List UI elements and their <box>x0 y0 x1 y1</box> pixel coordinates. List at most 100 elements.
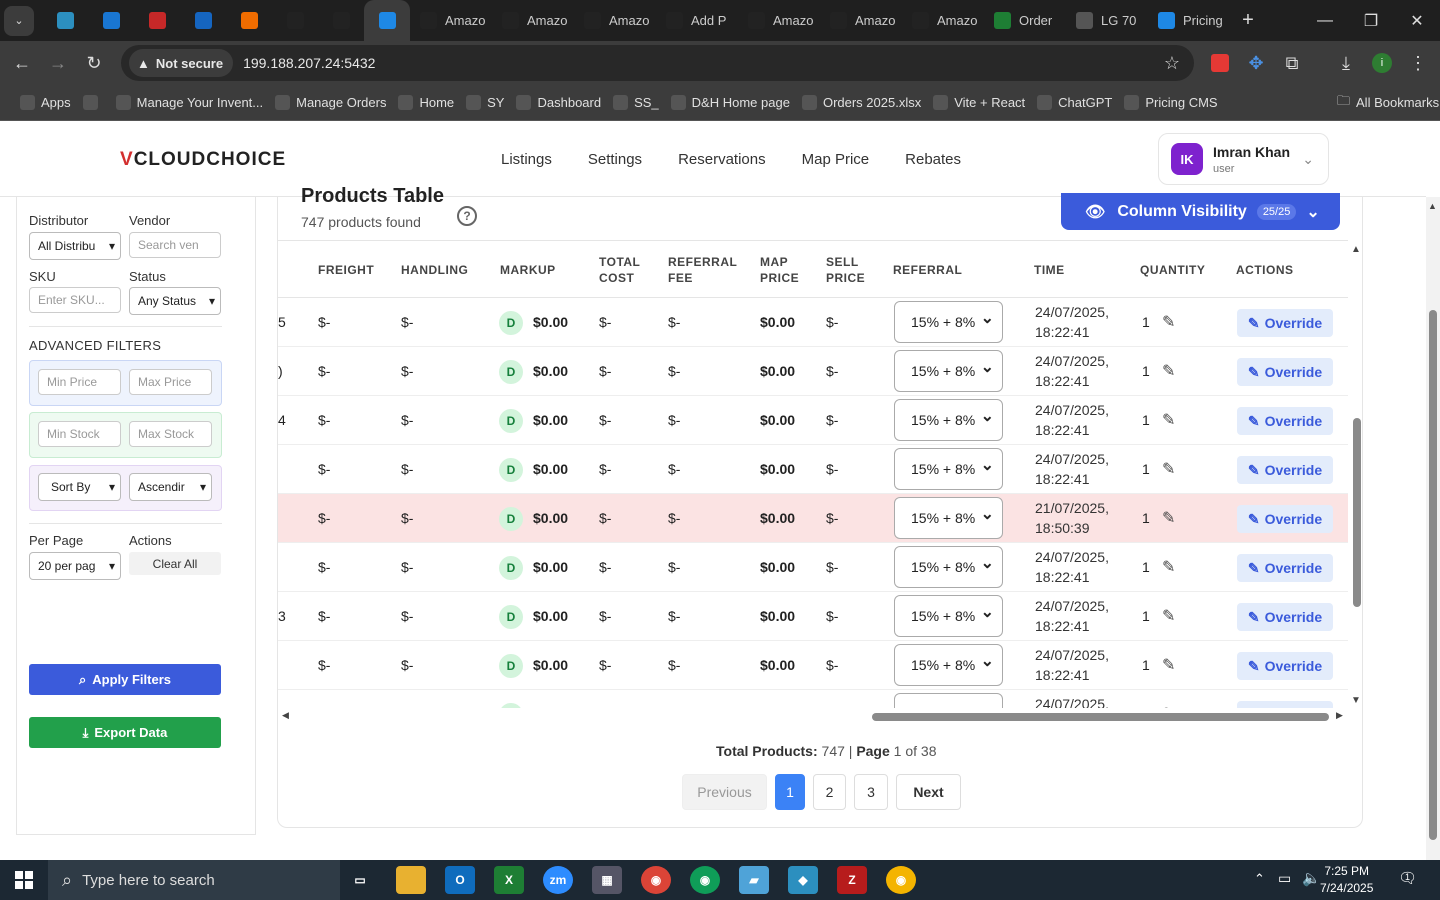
edit-quantity-icon[interactable]: ✎ <box>1162 459 1175 479</box>
page-1-button[interactable]: 1 <box>775 774 805 810</box>
nav-reservations[interactable]: Reservations <box>678 151 766 168</box>
downloads-button[interactable]: ⤓ <box>1328 45 1364 81</box>
address-bar[interactable]: ▲ Not secure 199.188.207.24:5432 ☆ <box>121 45 1194 81</box>
min-price-input[interactable]: Min Price <box>38 369 121 395</box>
browser-tab[interactable]: LG 70 <box>1066 0 1148 41</box>
browser-tab[interactable]: Pricing <box>1148 0 1230 41</box>
start-button[interactable] <box>0 860 48 900</box>
column-visibility-button[interactable]: 👁 Column Visibility 25/25 ⌄ <box>1061 193 1340 230</box>
max-price-input[interactable]: Max Price <box>129 369 212 395</box>
taskbar-clock[interactable]: 7:25 PM 7/24/2025 <box>1320 863 1373 897</box>
edit-quantity-icon[interactable]: ✎ <box>1162 312 1175 332</box>
page-vertical-scroll-thumb[interactable] <box>1429 310 1437 840</box>
user-menu[interactable]: IK Imran Khan user ⌄ <box>1158 133 1329 185</box>
browser-tab[interactable]: Amazo <box>738 0 820 41</box>
diamond-app-icon[interactable]: ◆ <box>788 866 818 894</box>
volume-icon[interactable]: 🔈 <box>1302 869 1321 887</box>
bookmark-item[interactable]: Apps <box>20 95 71 110</box>
bookmark-item[interactable]: ChatGPT <box>1037 95 1112 110</box>
taskbar-search[interactable]: ⌕ Type here to search <box>48 860 340 900</box>
calculator-icon[interactable]: ▦ <box>592 866 622 894</box>
back-button[interactable]: ← <box>4 45 40 81</box>
minimize-button[interactable]: — <box>1302 0 1348 41</box>
bookmark-item[interactable]: Manage Orders <box>275 95 386 110</box>
override-button[interactable]: ✎Override <box>1237 309 1333 337</box>
override-button[interactable]: ✎Override <box>1237 407 1333 435</box>
sort-by-select[interactable]: Sort By <box>38 473 121 501</box>
security-chip[interactable]: ▲ Not secure <box>129 49 234 77</box>
chevron-up-icon[interactable]: ⌃ <box>1254 871 1265 887</box>
reload-button[interactable]: ↻ <box>76 45 112 81</box>
override-button[interactable]: ✎Override <box>1237 358 1333 386</box>
col-freight[interactable]: FREIGHT <box>318 262 374 278</box>
referral-select[interactable]: 15% + 8% <box>894 301 1003 343</box>
url-text[interactable]: 199.188.207.24:5432 <box>243 55 375 71</box>
chrome-alt-icon[interactable]: ◉ <box>886 866 916 894</box>
nav-listings[interactable]: Listings <box>501 151 552 168</box>
browser-tab[interactable]: Amazo <box>820 0 902 41</box>
chrome-profile-icon[interactable]: ◉ <box>690 866 720 894</box>
edit-quantity-icon[interactable]: ✎ <box>1162 410 1175 430</box>
referral-select[interactable]: 15% + 8% <box>894 546 1003 588</box>
override-button[interactable]: ✎Override <box>1237 603 1333 631</box>
referral-select[interactable]: 15% + 8% <box>894 448 1003 490</box>
min-stock-input[interactable]: Min Stock <box>38 421 121 447</box>
browser-tab[interactable]: Add P <box>656 0 738 41</box>
vendor-search-input[interactable]: Search ven <box>129 232 221 258</box>
override-button[interactable]: ✎Override <box>1237 701 1333 708</box>
col-referral-fee[interactable]: REFERRAL FEE <box>668 254 737 286</box>
bookmark-item[interactable]: Pricing CMS <box>1124 95 1218 110</box>
excel-icon[interactable]: X <box>494 866 524 894</box>
task-view-icon[interactable]: ▭ <box>345 866 375 894</box>
previous-page-button[interactable]: Previous <box>682 774 767 810</box>
scroll-left-arrow-icon[interactable]: ◀ <box>282 710 289 721</box>
bookmark-item[interactable]: Orders 2025.xlsx <box>801 95 921 110</box>
next-page-button[interactable]: Next <box>896 774 961 810</box>
browser-tab[interactable]: Order <box>984 0 1066 41</box>
col-map-price[interactable]: MAP PRICE <box>760 254 799 286</box>
edit-quantity-icon[interactable]: ✎ <box>1162 361 1175 381</box>
referral-select[interactable]: 15% + 8% <box>894 399 1003 441</box>
bookmark-item[interactable]: Manage Your Invent... <box>115 95 263 110</box>
distributor-select[interactable]: All Distribu <box>29 232 121 260</box>
browser-tab[interactable] <box>134 0 180 41</box>
page-scroll-up-icon[interactable]: ▲ <box>1428 201 1437 211</box>
browser-tab[interactable] <box>88 0 134 41</box>
col-sell-price[interactable]: SELL PRICE <box>826 254 865 286</box>
sort-order-select[interactable]: Ascendir <box>129 473 212 501</box>
referral-select[interactable]: 15% + 8% <box>894 644 1003 686</box>
bookmark-item[interactable]: Dashboard <box>516 95 601 110</box>
browser-tab[interactable] <box>42 0 88 41</box>
browser-tab[interactable]: Amazo <box>902 0 984 41</box>
edit-quantity-icon[interactable]: ✎ <box>1162 606 1175 626</box>
bookmark-item[interactable] <box>82 95 104 110</box>
profile-button[interactable]: i <box>1364 45 1400 81</box>
zoom-icon[interactable]: zm <box>543 866 573 894</box>
new-tab-button[interactable]: + <box>1230 9 1266 32</box>
apply-filters-button[interactable]: ⌕ Apply Filters <box>29 664 221 695</box>
bookmark-item[interactable]: D&H Home page <box>670 95 790 110</box>
col-markup[interactable]: MARKUP <box>500 262 556 278</box>
network-icon[interactable]: ▭ <box>1278 870 1291 887</box>
override-button[interactable]: ✎Override <box>1237 652 1333 680</box>
notes-app-icon[interactable]: ▰ <box>739 866 769 894</box>
override-button[interactable]: ✎Override <box>1237 456 1333 484</box>
bookmark-item[interactable]: SY <box>466 95 504 110</box>
sku-input[interactable]: Enter SKU... <box>29 287 121 313</box>
file-explorer-icon[interactable] <box>396 866 426 894</box>
browser-tab[interactable] <box>226 0 272 41</box>
table-horizontal-scrollbar[interactable]: ◀ ▶ <box>278 709 1348 723</box>
nav-settings[interactable]: Settings <box>588 151 642 168</box>
referral-select[interactable]: 15% + 8% <box>894 350 1003 392</box>
max-stock-input[interactable]: Max Stock <box>129 421 212 447</box>
extension-button-1[interactable] <box>1202 45 1238 81</box>
notification-center-icon[interactable]: 🗨 1 <box>1398 869 1417 887</box>
col-total-cost[interactable]: TOTAL COST <box>599 254 640 286</box>
edit-quantity-icon[interactable]: ✎ <box>1162 704 1175 708</box>
menu-button[interactable]: ⋮ <box>1400 45 1436 81</box>
tab-search-button[interactable]: ⌄ <box>4 5 34 36</box>
forward-button[interactable]: → <box>40 45 76 81</box>
bookmark-star-icon[interactable]: ☆ <box>1164 53 1180 74</box>
browser-tab[interactable] <box>180 0 226 41</box>
browser-tab[interactable] <box>364 0 410 41</box>
